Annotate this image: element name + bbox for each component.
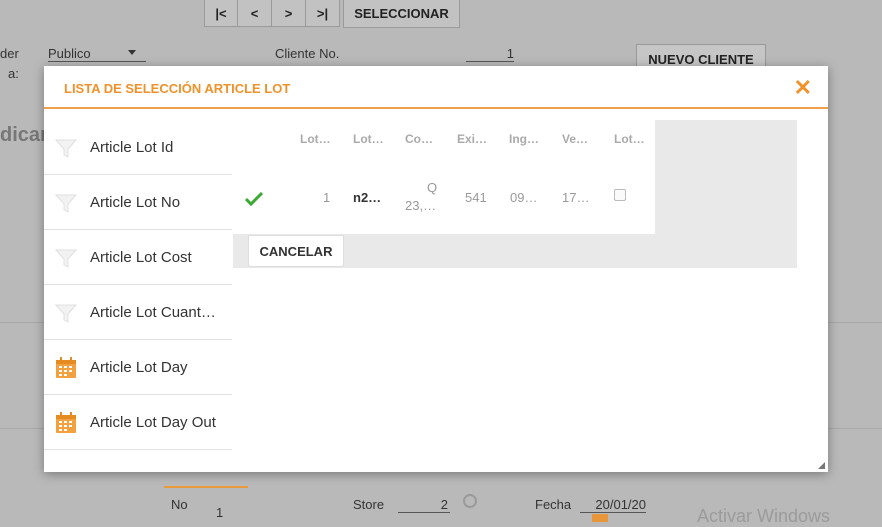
no-value: 1: [216, 505, 224, 520]
column-header[interactable]: Ing…: [509, 132, 539, 146]
select-button[interactable]: SELECCIONAR: [343, 0, 460, 28]
filter-icon: [52, 244, 80, 272]
filter-list: Article Lot Id Article Lot No Article Lo…: [44, 121, 232, 451]
selection-modal: LISTA DE SELECCIÓN ARTICLE LOT ✕ Article…: [44, 66, 828, 472]
cell-existence: 541: [465, 190, 487, 205]
filter-item-lot-cuant[interactable]: Article Lot Cuant…: [44, 286, 232, 340]
column-header[interactable]: Lot…: [300, 132, 331, 146]
record-nav: |< < > >|: [204, 0, 340, 28]
cell-ingress: 09…: [510, 190, 538, 205]
filter-icon: [52, 299, 80, 327]
cancel-button[interactable]: CANCELAR: [248, 235, 344, 267]
date-label: Fecha: [535, 497, 572, 512]
first-record-button[interactable]: |<: [204, 0, 238, 27]
modal-title: LISTA DE SELECCIÓN ARTICLE LOT: [64, 81, 291, 96]
calendar-icon: [52, 354, 80, 382]
filter-item-lot-day-out[interactable]: Article Lot Day Out: [44, 396, 232, 450]
prev-record-button[interactable]: <: [238, 0, 272, 27]
filter-item-lot-day[interactable]: Article Lot Day: [44, 341, 232, 395]
results-grid-area: Lot… Lot… Co… Exi… Ing… Ve… Lot… 1 n2… Q…: [233, 120, 797, 268]
table-row[interactable]: 1 n2… Q 23,… 541 09… 17…: [233, 172, 655, 213]
client-input[interactable]: 1: [466, 46, 514, 62]
order-label-2: a:: [8, 66, 19, 81]
date-input[interactable]: 20/01/20: [580, 497, 646, 513]
filter-item-lot-cost[interactable]: Article Lot Cost: [44, 231, 232, 285]
last-record-button[interactable]: >|: [306, 0, 340, 27]
filter-label: Article Lot Day Out: [90, 414, 216, 431]
filter-label: Article Lot Day: [90, 359, 188, 376]
calendar-icon: [52, 409, 80, 437]
resize-handle[interactable]: [818, 462, 825, 469]
windows-watermark: Activar Windows: [697, 506, 831, 526]
cell-lot-no: n2…: [353, 190, 382, 205]
filter-item-lot-no[interactable]: Article Lot No: [44, 176, 232, 230]
order-label: der: [0, 46, 19, 61]
filter-label: Article Lot Cost: [90, 249, 192, 266]
filter-label: Article Lot No: [90, 194, 181, 211]
cell-cost-value: 23,…: [405, 198, 437, 213]
tab-indicator: [164, 486, 248, 488]
row-checkbox[interactable]: [614, 189, 626, 201]
store-label: Store: [353, 497, 385, 512]
filter-item-lot-id[interactable]: Article Lot Id: [44, 121, 232, 175]
column-header[interactable]: Ve…: [562, 132, 588, 146]
section-heading: dicar: [0, 124, 48, 146]
order-select[interactable]: Publico: [48, 46, 146, 62]
modal-header: LISTA DE SELECCIÓN ARTICLE LOT ✕: [44, 66, 828, 109]
filter-icon: [52, 189, 80, 217]
column-header[interactable]: Lot…: [614, 132, 645, 146]
order-select-value: Publico: [48, 46, 91, 61]
filter-label: Article Lot Cuant…: [90, 304, 216, 321]
column-header[interactable]: Exi…: [457, 132, 487, 146]
chevron-down-icon: [128, 50, 136, 55]
no-label: No: [171, 497, 188, 512]
next-record-button[interactable]: >: [272, 0, 306, 27]
cell-expiry: 17…: [562, 190, 590, 205]
cell-lot-id: 1: [323, 190, 331, 205]
search-icon[interactable]: [463, 494, 477, 508]
close-icon[interactable]: ✕: [794, 75, 812, 101]
store-input[interactable]: 2: [398, 497, 450, 513]
column-header[interactable]: Lot…: [353, 132, 384, 146]
checkmark-icon: [245, 192, 263, 206]
filter-label: Article Lot Id: [90, 139, 174, 156]
filter-icon: [52, 134, 80, 162]
column-header[interactable]: Co…: [405, 132, 433, 146]
client-label: Cliente No.: [275, 46, 340, 61]
calendar-icon[interactable]: [592, 514, 608, 522]
results-table: Lot… Lot… Co… Exi… Ing… Ve… Lot… 1 n2… Q…: [233, 120, 655, 234]
cell-cost-currency: Q: [427, 180, 438, 195]
